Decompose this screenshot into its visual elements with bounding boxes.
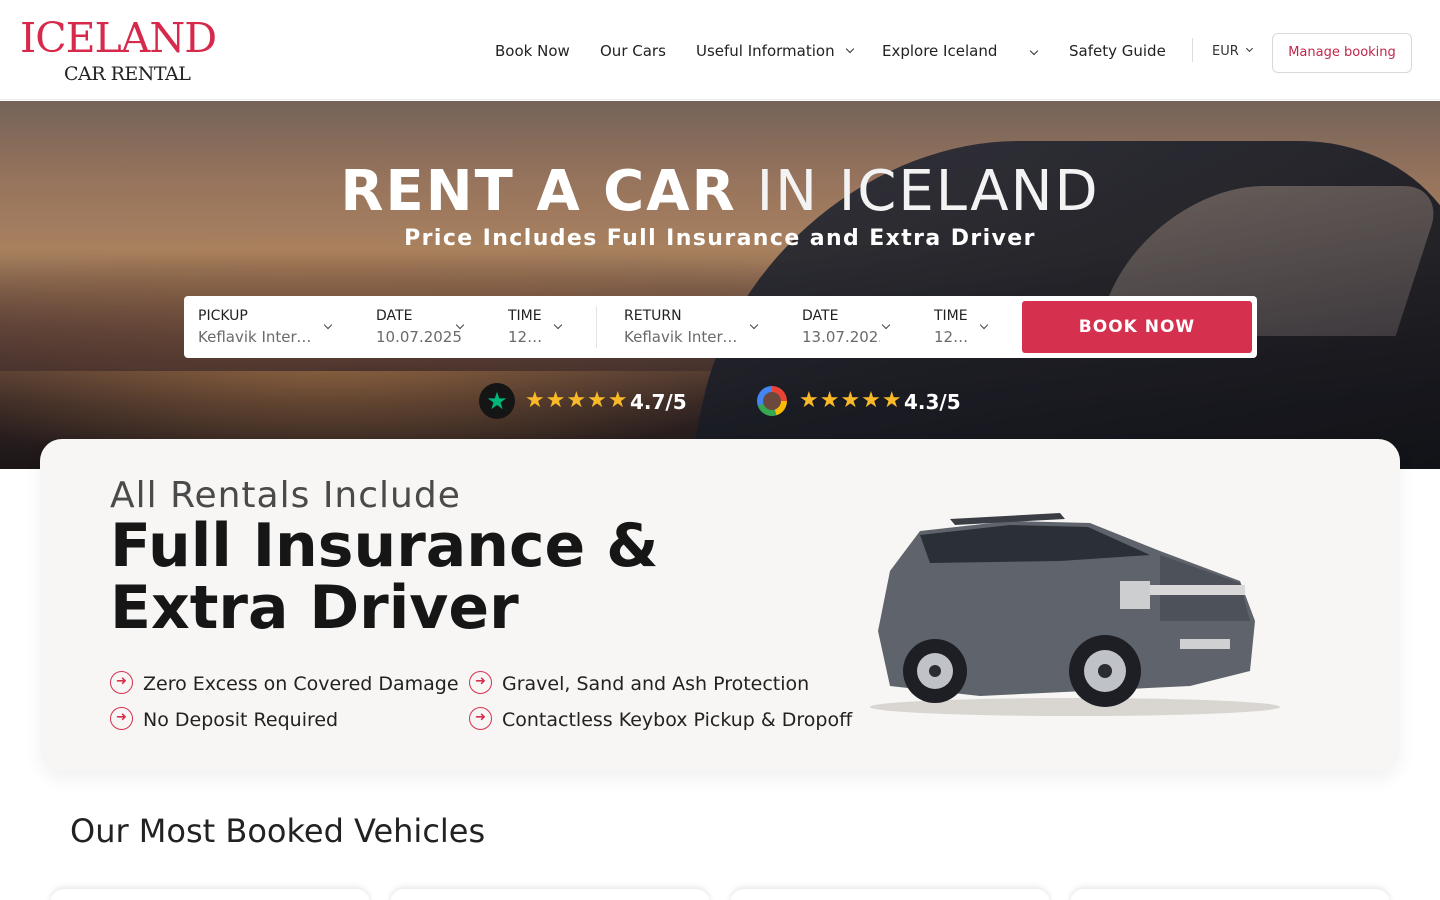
manage-booking-button[interactable]: Manage booking [1272, 33, 1412, 73]
chevron-down-icon [1245, 44, 1253, 53]
return-date-value: 13.07.2025 [802, 328, 880, 346]
chevron-down-icon [846, 44, 855, 53]
vehicle-card[interactable] [730, 889, 1050, 900]
hero-title-bold: RENT A CAR [340, 159, 737, 224]
trustpilot-rating[interactable]: ★ ★★★★★ 4.7/5 [479, 383, 699, 419]
booking-divider [596, 306, 597, 348]
nav-divider [1192, 38, 1193, 62]
suv-image [870, 513, 1280, 716]
trustpilot-stars: ★★★★★ [525, 388, 629, 413]
hero-title-thin: IN ICELAND [756, 159, 1100, 224]
return-time-label: TIME [934, 308, 968, 324]
feature-label: Zero Excess on Covered Damage [143, 673, 459, 695]
return-time-value: 12:00 [934, 328, 972, 346]
return-date-field[interactable]: DATE 13.07.2025 [802, 306, 880, 350]
trustpilot-score: 4.7/5 [630, 390, 687, 414]
return-label: RETURN [624, 308, 682, 324]
feature-label: No Deposit Required [143, 709, 339, 731]
arrow-circle-icon: ➜ [469, 671, 492, 694]
arrow-circle-icon: ➜ [110, 671, 133, 694]
return-location-value: Keflavik International Airport [624, 328, 742, 346]
google-icon [757, 386, 787, 416]
pickup-date-value: 10.07.2025 [376, 328, 462, 346]
currency-label: EUR [1212, 44, 1239, 59]
site-logo[interactable]: ICELAND CAR RENTAL [20, 16, 230, 86]
feature-item: ➜ Contactless Keybox Pickup & Dropoff [469, 707, 852, 733]
nav-useful-information-label: Useful Information [696, 42, 835, 60]
vehicle-card[interactable] [50, 889, 370, 900]
chevron-down-icon[interactable] [323, 320, 333, 330]
booking-form: PICKUP Keflavik International Airport DA… [184, 296, 1257, 358]
feature-label: Gravel, Sand and Ash Protection [502, 673, 810, 695]
chevron-down-icon[interactable] [749, 320, 759, 330]
google-score: 4.3/5 [904, 390, 961, 414]
logo-subtitle: CAR RENTAL [64, 63, 191, 85]
chevron-down-icon[interactable] [979, 320, 989, 330]
site-header: ICELAND CAR RENTAL Book Now Our Cars Use… [0, 0, 1440, 100]
hero-title: RENT A CAR IN ICELAND [0, 161, 1440, 223]
nav-explore-iceland[interactable]: Explore Iceland [882, 41, 997, 61]
chevron-down-icon[interactable] [881, 320, 891, 330]
vehicle-card[interactable] [390, 889, 710, 900]
google-rating[interactable]: ★★★★★ 4.3/5 [757, 383, 977, 419]
hero-overlay [0, 101, 1440, 469]
nav-book-now[interactable]: Book Now [495, 41, 570, 61]
nav-our-cars[interactable]: Our Cars [600, 41, 666, 61]
section-title-most-booked: Our Most Booked Vehicles [70, 812, 486, 850]
feature-item: ➜ No Deposit Required [110, 707, 338, 733]
insurance-card: All Rentals Include Full Insurance & Ext… [40, 439, 1400, 771]
return-time-field[interactable]: TIME 12:00 [934, 306, 972, 350]
currency-selector[interactable]: EUR [1212, 43, 1253, 61]
pickup-time-field[interactable]: TIME 12:00 [508, 306, 546, 350]
pickup-location-value: Keflavik International Airport [198, 328, 318, 346]
pickup-time-label: TIME [508, 308, 542, 324]
pickup-location-field[interactable]: PICKUP Keflavik International Airport [198, 306, 318, 350]
google-stars: ★★★★★ [799, 388, 903, 413]
chevron-down-icon[interactable] [553, 320, 563, 330]
hero-banner: RENT A CAR IN ICELAND Price Includes Ful… [0, 101, 1440, 469]
pickup-label: PICKUP [198, 308, 248, 324]
pickup-time-value: 12:00 [508, 328, 546, 346]
feature-item: ➜ Gravel, Sand and Ash Protection [469, 671, 809, 697]
chevron-down-icon[interactable] [1029, 46, 1039, 56]
arrow-circle-icon: ➜ [469, 707, 492, 730]
return-location-field[interactable]: RETURN Keflavik International Airport [624, 306, 742, 350]
vehicle-card[interactable] [1070, 889, 1390, 900]
book-now-button[interactable]: BOOK NOW [1022, 301, 1252, 353]
hero-subtitle: Price Includes Full Insurance and Extra … [404, 226, 1036, 251]
insurance-title: Full Insurance & Extra Driver [110, 511, 659, 643]
feature-label: Contactless Keybox Pickup & Dropoff [502, 709, 853, 731]
logo-wordmark: ICELAND [20, 14, 217, 62]
trustpilot-star-icon: ★ [479, 383, 515, 419]
nav-useful-information[interactable]: Useful Information [696, 41, 855, 61]
arrow-circle-icon: ➜ [110, 707, 133, 730]
pickup-date-field[interactable]: DATE 10.07.2025 [376, 306, 466, 350]
pickup-date-label: DATE [376, 308, 413, 324]
nav-safety-guide[interactable]: Safety Guide [1069, 41, 1166, 61]
return-date-label: DATE [802, 308, 839, 324]
feature-item: ➜ Zero Excess on Covered Damage [110, 671, 459, 697]
